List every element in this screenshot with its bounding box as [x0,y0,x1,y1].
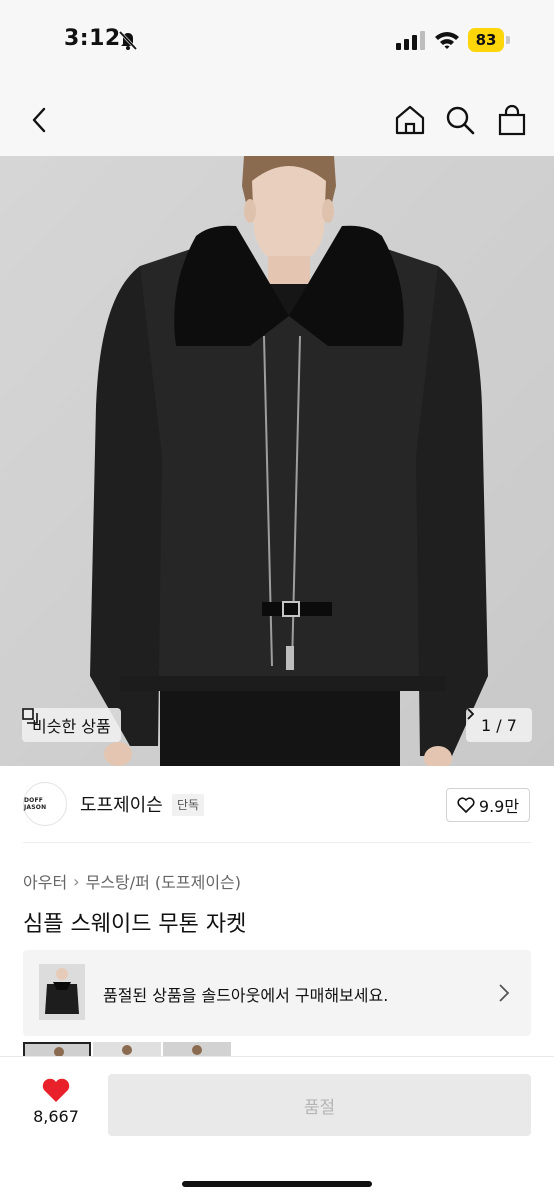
cellular-signal-icon [396,31,425,50]
thumbnail-strip [23,1042,533,1056]
banner-product-thumbnail [39,964,85,1020]
battery-icon: 83 [468,28,510,52]
search-button[interactable] [442,102,478,138]
chevron-right-icon [467,708,474,720]
cart-button[interactable] [494,102,530,138]
thumbnail-item[interactable] [93,1042,161,1056]
nav-header [0,84,554,156]
shopping-bag-icon [498,104,526,136]
breadcrumb-item[interactable]: 무스탕/퍼 (도프제이슨) [86,869,241,893]
home-button[interactable] [392,102,428,138]
breadcrumb-item[interactable]: 아우터 [23,869,67,893]
battery-level: 83 [468,28,504,52]
image-page-text: 1 / 7 [481,715,517,735]
similar-products-label: 비슷한 상품 [32,717,111,736]
similar-products-button[interactable]: 비슷한 상품 [22,708,121,742]
heart-outline-icon [457,797,475,813]
chevron-right-icon [499,984,510,1002]
brand-logo-text: DOFF JASON [24,797,47,811]
bottom-action-bar: 8,667 품절 [0,1056,554,1200]
similar-items-icon [22,708,38,724]
home-indicator [182,1181,372,1187]
brand-row: DOFF JASON 도프제이슨 단독 9.9만 [0,766,554,844]
soldout-banner-text: 품절된 상품을 솔드아웃에서 구매해보세요. [103,986,389,1005]
thumbnail-item[interactable] [23,1042,91,1056]
soldout-banner[interactable]: 품절된 상품을 솔드아웃에서 구매해보세요. [23,950,531,1036]
product-image-carousel[interactable]: 비슷한 상품 1 / 7 [0,156,554,766]
status-time: 3:12 [64,26,121,51]
back-button[interactable] [22,102,58,138]
divider [23,842,531,843]
like-button[interactable]: 8,667 [28,1077,84,1147]
brand-logo[interactable]: DOFF JASON [23,782,67,826]
brand-like-count: 9.9만 [478,797,520,816]
back-chevron-icon [32,107,46,133]
breadcrumb-separator-icon: › [73,871,80,891]
thumbnail-item[interactable] [163,1042,231,1056]
heart-filled-icon [42,1078,70,1102]
breadcrumb: 아우터 › 무스탕/퍼 (도프제이슨) [23,869,241,893]
exclusive-badge: 단독 [172,794,205,816]
wifi-icon [435,32,459,49]
image-page-indicator[interactable]: 1 / 7 [466,708,532,742]
product-title: 심플 스웨이드 무톤 자켓 [23,912,247,937]
brand-like-button[interactable]: 9.9만 [446,788,530,822]
buy-button[interactable]: 품절 [108,1074,531,1136]
product-photo [0,156,554,766]
like-count: 8,667 [33,1107,79,1126]
brand-name[interactable]: 도프제이슨 [80,791,163,817]
home-icon [395,105,425,135]
status-bar: 3:12 83 [0,0,554,84]
search-icon [446,106,475,135]
bell-off-icon [118,30,138,51]
